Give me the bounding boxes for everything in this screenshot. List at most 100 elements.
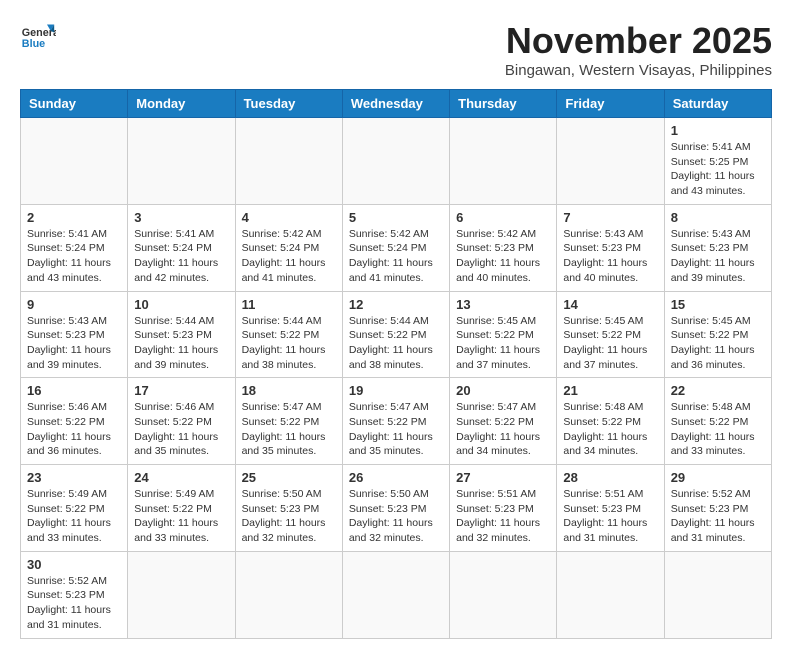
sunset-label: Sunset: 5:22 PM <box>456 329 534 341</box>
calendar-week-0: 1 Sunrise: 5:41 AM Sunset: 5:25 PM Dayli… <box>21 118 772 205</box>
sunset-label: Sunset: 5:24 PM <box>242 242 320 254</box>
sunset-label: Sunset: 5:22 PM <box>27 416 105 428</box>
day-number: 5 <box>349 210 443 225</box>
calendar-cell: 24 Sunrise: 5:49 AM Sunset: 5:22 PM Dayl… <box>128 465 235 552</box>
sunrise-label: Sunrise: 5:45 AM <box>563 315 643 327</box>
day-number: 4 <box>242 210 336 225</box>
cell-content: Sunrise: 5:46 AM Sunset: 5:22 PM Dayligh… <box>27 400 121 459</box>
calendar-week-3: 16 Sunrise: 5:46 AM Sunset: 5:22 PM Dayl… <box>21 378 772 465</box>
daylight-label: Daylight: 11 hours and 36 minutes. <box>671 344 755 371</box>
day-number: 12 <box>349 297 443 312</box>
sunset-label: Sunset: 5:22 PM <box>242 416 320 428</box>
sunset-label: Sunset: 5:23 PM <box>134 329 212 341</box>
sunset-label: Sunset: 5:22 PM <box>563 416 641 428</box>
sunrise-label: Sunrise: 5:46 AM <box>134 401 214 413</box>
calendar-header-friday: Friday <box>557 90 664 118</box>
day-number: 24 <box>134 470 228 485</box>
sunset-label: Sunset: 5:24 PM <box>27 242 105 254</box>
calendar-cell: 9 Sunrise: 5:43 AM Sunset: 5:23 PM Dayli… <box>21 291 128 378</box>
daylight-label: Daylight: 11 hours and 32 minutes. <box>242 517 326 544</box>
sunset-label: Sunset: 5:23 PM <box>456 503 534 515</box>
cell-content: Sunrise: 5:41 AM Sunset: 5:24 PM Dayligh… <box>134 227 228 286</box>
svg-text:Blue: Blue <box>22 38 45 50</box>
sunset-label: Sunset: 5:23 PM <box>242 503 320 515</box>
calendar-cell: 14 Sunrise: 5:45 AM Sunset: 5:22 PM Dayl… <box>557 291 664 378</box>
day-number: 16 <box>27 383 121 398</box>
sunrise-label: Sunrise: 5:52 AM <box>27 575 107 587</box>
sunrise-label: Sunrise: 5:52 AM <box>671 488 751 500</box>
cell-content: Sunrise: 5:47 AM Sunset: 5:22 PM Dayligh… <box>456 400 550 459</box>
calendar-cell <box>450 118 557 205</box>
calendar-cell: 29 Sunrise: 5:52 AM Sunset: 5:23 PM Dayl… <box>664 465 771 552</box>
sunset-label: Sunset: 5:24 PM <box>349 242 427 254</box>
daylight-label: Daylight: 11 hours and 37 minutes. <box>563 344 647 371</box>
calendar-cell <box>235 118 342 205</box>
calendar-table: SundayMondayTuesdayWednesdayThursdayFrid… <box>20 89 772 639</box>
sunrise-label: Sunrise: 5:44 AM <box>134 315 214 327</box>
sunset-label: Sunset: 5:22 PM <box>349 416 427 428</box>
calendar-cell: 15 Sunrise: 5:45 AM Sunset: 5:22 PM Dayl… <box>664 291 771 378</box>
sunset-label: Sunset: 5:23 PM <box>456 242 534 254</box>
calendar-cell: 18 Sunrise: 5:47 AM Sunset: 5:22 PM Dayl… <box>235 378 342 465</box>
calendar-cell: 26 Sunrise: 5:50 AM Sunset: 5:23 PM Dayl… <box>342 465 449 552</box>
daylight-label: Daylight: 11 hours and 33 minutes. <box>27 517 111 544</box>
calendar-cell: 30 Sunrise: 5:52 AM Sunset: 5:23 PM Dayl… <box>21 551 128 638</box>
daylight-label: Daylight: 11 hours and 42 minutes. <box>134 257 218 284</box>
sunrise-label: Sunrise: 5:46 AM <box>27 401 107 413</box>
sunset-label: Sunset: 5:23 PM <box>671 503 749 515</box>
sunrise-label: Sunrise: 5:43 AM <box>563 228 643 240</box>
calendar-cell: 25 Sunrise: 5:50 AM Sunset: 5:23 PM Dayl… <box>235 465 342 552</box>
calendar-cell: 12 Sunrise: 5:44 AM Sunset: 5:22 PM Dayl… <box>342 291 449 378</box>
sunrise-label: Sunrise: 5:42 AM <box>242 228 322 240</box>
daylight-label: Daylight: 11 hours and 35 minutes. <box>134 431 218 458</box>
cell-content: Sunrise: 5:44 AM Sunset: 5:23 PM Dayligh… <box>134 314 228 373</box>
daylight-label: Daylight: 11 hours and 32 minutes. <box>456 517 540 544</box>
calendar-cell: 20 Sunrise: 5:47 AM Sunset: 5:22 PM Dayl… <box>450 378 557 465</box>
cell-content: Sunrise: 5:47 AM Sunset: 5:22 PM Dayligh… <box>242 400 336 459</box>
sunrise-label: Sunrise: 5:49 AM <box>134 488 214 500</box>
calendar-cell <box>664 551 771 638</box>
cell-content: Sunrise: 5:51 AM Sunset: 5:23 PM Dayligh… <box>563 487 657 546</box>
calendar-cell <box>21 118 128 205</box>
cell-content: Sunrise: 5:42 AM Sunset: 5:24 PM Dayligh… <box>349 227 443 286</box>
day-number: 29 <box>671 470 765 485</box>
day-number: 7 <box>563 210 657 225</box>
sunrise-label: Sunrise: 5:43 AM <box>671 228 751 240</box>
daylight-label: Daylight: 11 hours and 43 minutes. <box>671 170 755 197</box>
sunrise-label: Sunrise: 5:47 AM <box>242 401 322 413</box>
calendar-week-4: 23 Sunrise: 5:49 AM Sunset: 5:22 PM Dayl… <box>21 465 772 552</box>
sunrise-label: Sunrise: 5:48 AM <box>671 401 751 413</box>
month-title: November 2025 <box>505 20 772 62</box>
sunrise-label: Sunrise: 5:48 AM <box>563 401 643 413</box>
cell-content: Sunrise: 5:41 AM Sunset: 5:25 PM Dayligh… <box>671 140 765 199</box>
sunset-label: Sunset: 5:22 PM <box>349 329 427 341</box>
day-number: 23 <box>27 470 121 485</box>
sunrise-label: Sunrise: 5:51 AM <box>456 488 536 500</box>
day-number: 19 <box>349 383 443 398</box>
calendar-cell: 11 Sunrise: 5:44 AM Sunset: 5:22 PM Dayl… <box>235 291 342 378</box>
daylight-label: Daylight: 11 hours and 32 minutes. <box>349 517 433 544</box>
day-number: 30 <box>27 557 121 572</box>
cell-content: Sunrise: 5:45 AM Sunset: 5:22 PM Dayligh… <box>563 314 657 373</box>
cell-content: Sunrise: 5:45 AM Sunset: 5:22 PM Dayligh… <box>456 314 550 373</box>
day-number: 18 <box>242 383 336 398</box>
daylight-label: Daylight: 11 hours and 33 minutes. <box>134 517 218 544</box>
sunrise-label: Sunrise: 5:44 AM <box>349 315 429 327</box>
calendar-header-sunday: Sunday <box>21 90 128 118</box>
day-number: 6 <box>456 210 550 225</box>
calendar-cell: 1 Sunrise: 5:41 AM Sunset: 5:25 PM Dayli… <box>664 118 771 205</box>
daylight-label: Daylight: 11 hours and 38 minutes. <box>242 344 326 371</box>
sunrise-label: Sunrise: 5:41 AM <box>134 228 214 240</box>
sunset-label: Sunset: 5:25 PM <box>671 156 749 168</box>
sunset-label: Sunset: 5:22 PM <box>242 329 320 341</box>
sunset-label: Sunset: 5:22 PM <box>671 329 749 341</box>
calendar-header-tuesday: Tuesday <box>235 90 342 118</box>
calendar-cell: 19 Sunrise: 5:47 AM Sunset: 5:22 PM Dayl… <box>342 378 449 465</box>
sunrise-label: Sunrise: 5:44 AM <box>242 315 322 327</box>
calendar-cell <box>342 551 449 638</box>
sunrise-label: Sunrise: 5:49 AM <box>27 488 107 500</box>
cell-content: Sunrise: 5:49 AM Sunset: 5:22 PM Dayligh… <box>134 487 228 546</box>
daylight-label: Daylight: 11 hours and 31 minutes. <box>27 604 111 631</box>
cell-content: Sunrise: 5:42 AM Sunset: 5:23 PM Dayligh… <box>456 227 550 286</box>
cell-content: Sunrise: 5:50 AM Sunset: 5:23 PM Dayligh… <box>242 487 336 546</box>
